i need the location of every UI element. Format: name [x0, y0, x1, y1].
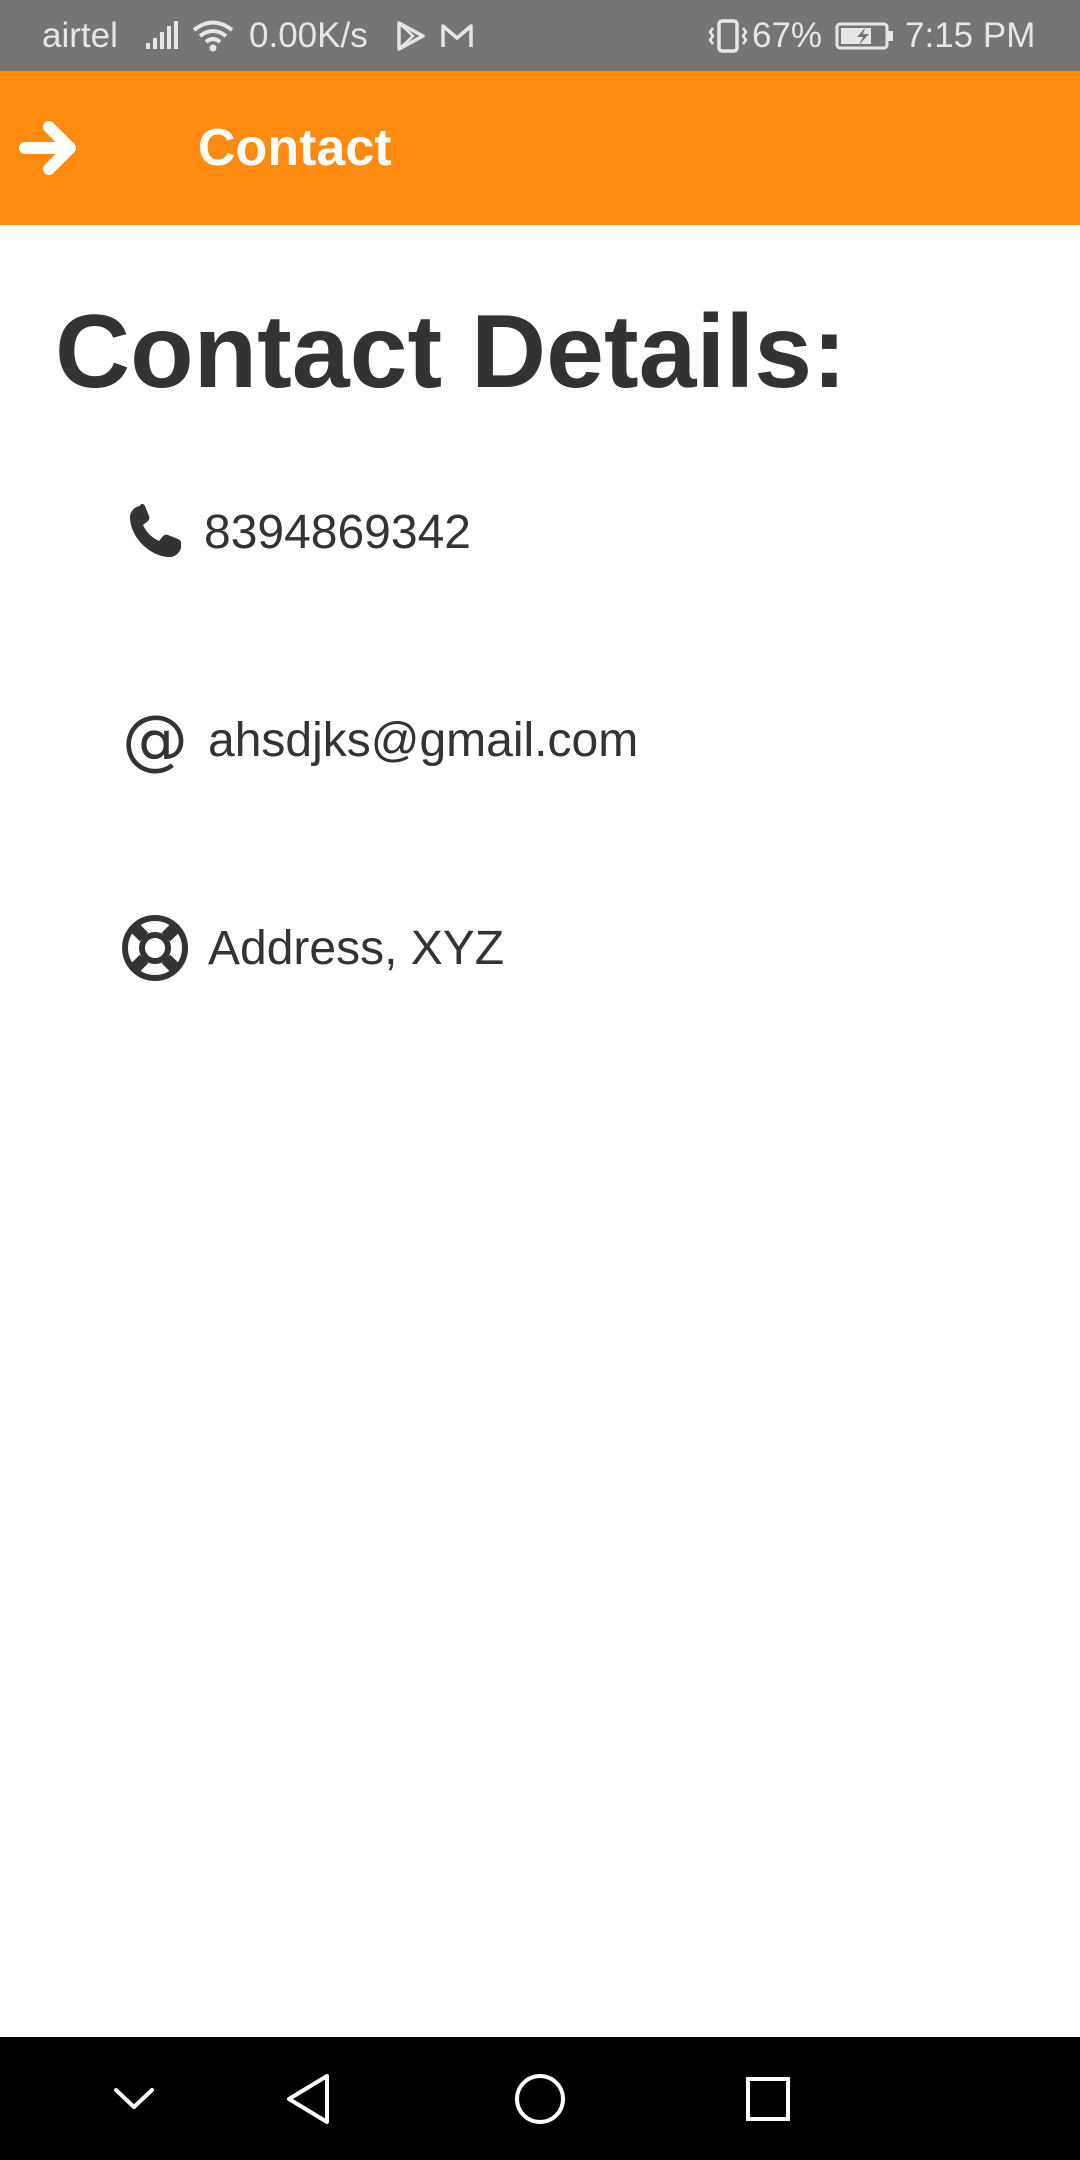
nav-hide-button[interactable] — [74, 2037, 194, 2160]
arrow-right-icon — [19, 121, 76, 175]
contact-address-row[interactable]: Address, XYZ — [120, 908, 504, 988]
wifi-icon — [192, 0, 234, 71]
navigation-bar — [0, 2037, 1080, 2160]
lifebuoy-icon — [120, 913, 190, 983]
carrier-label: airtel — [42, 15, 118, 55]
app-bar-title: Contact — [198, 119, 392, 177]
chevron-down-icon — [114, 2087, 154, 2109]
speed-label: 0.00K/s — [249, 15, 368, 55]
contact-phone-row[interactable]: 8394869342 — [120, 492, 471, 572]
phone-icon — [120, 497, 190, 567]
app-bar: Contact — [0, 71, 1080, 225]
status-bar: airtel 0.00K/s 67% 7:15 PM — [0, 0, 1080, 71]
screen: airtel 0.00K/s 67% 7:15 PM Contact Conta… — [0, 0, 1080, 2160]
battery-charging-icon — [835, 0, 895, 71]
contact-address-text: Address, XYZ — [208, 921, 505, 975]
back-triangle-icon — [287, 2073, 329, 2124]
battery-percent: 67% — [752, 15, 823, 55]
signal-icon — [146, 0, 180, 71]
back-button[interactable] — [14, 113, 84, 183]
play-store-icon — [396, 0, 426, 71]
vibrate-icon — [708, 0, 748, 71]
page-heading: Contact Details: — [55, 294, 847, 410]
nav-back-button[interactable] — [248, 2037, 368, 2160]
contact-email-row[interactable]: @ ahsdjks@gmail.com — [120, 700, 638, 780]
recents-square-icon — [746, 2076, 790, 2121]
nav-home-button[interactable] — [480, 2037, 600, 2160]
at-icon: @ — [122, 701, 188, 778]
gmail-icon — [440, 0, 474, 71]
home-circle-icon — [515, 2073, 565, 2124]
nav-recents-button[interactable] — [708, 2037, 828, 2160]
contact-phone-text: 8394869342 — [204, 505, 471, 559]
clock: 7:15 PM — [905, 15, 1036, 55]
contact-email-text: ahsdjks@gmail.com — [208, 713, 639, 767]
